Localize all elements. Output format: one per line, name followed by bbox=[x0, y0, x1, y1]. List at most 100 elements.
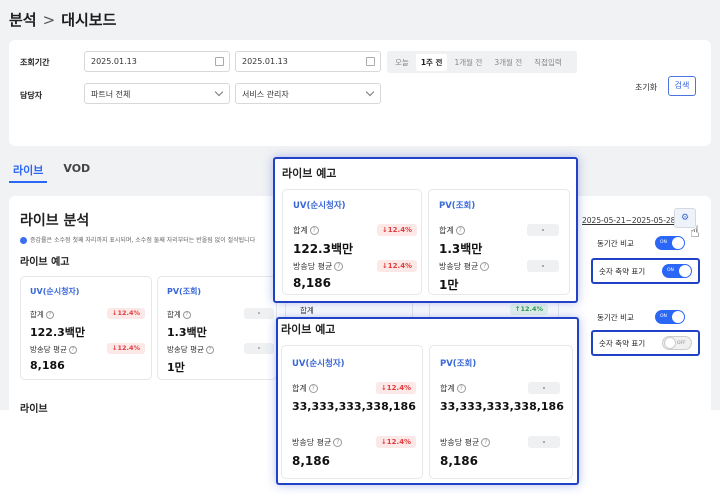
end-date-field[interactable]: 2025.01.13 bbox=[235, 51, 381, 72]
avg-label-text: 방송당 평균 bbox=[30, 345, 67, 354]
compare-toggle-row-2: 동기간 비교 ON bbox=[591, 308, 691, 326]
help-icon[interactable]: ? bbox=[182, 310, 191, 319]
abbrev-toggle[interactable]: ON bbox=[662, 264, 692, 278]
partner-select[interactable]: 파트너 전체 bbox=[84, 83, 230, 104]
reset-button[interactable]: 초기화 bbox=[635, 82, 657, 93]
help-icon[interactable]: ? bbox=[481, 438, 491, 447]
help-icon[interactable]: ? bbox=[205, 345, 214, 354]
uv-avg-value: 8,186 bbox=[292, 454, 330, 468]
sum-label: 합계? bbox=[167, 309, 191, 320]
sum-label-text: 합계 bbox=[30, 310, 44, 319]
callout-full-numbers: 라이브 예고 UV(순시청자) 합계? ↓12.4% 33,333,333,33… bbox=[276, 317, 579, 485]
uv-title: UV(순시청자) bbox=[30, 287, 80, 296]
avg-label: 방송당 평균? bbox=[440, 437, 491, 448]
compare-toggle[interactable]: ON bbox=[655, 236, 685, 250]
range-1week[interactable]: 1주 전 bbox=[415, 53, 448, 71]
avg-label: 방송당 평균? bbox=[167, 344, 214, 355]
toggle-knob bbox=[672, 311, 684, 323]
pv-sum-value: 33,333,333,338,186 bbox=[440, 400, 564, 413]
compare-label: 동기간 비교 bbox=[597, 312, 634, 322]
manager-label: 담당자 bbox=[20, 91, 43, 100]
compare-toggle-row: 동기간 비교 ON bbox=[591, 234, 691, 252]
sum-label: 합계? bbox=[440, 383, 466, 394]
avg-label-text: 방송당 평균 bbox=[167, 345, 204, 354]
pv-title: PV(조회) bbox=[440, 359, 477, 369]
end-date-value: 2025.01.13 bbox=[242, 57, 288, 66]
pv-title: PV(조회) bbox=[439, 201, 476, 211]
toggle-knob bbox=[679, 265, 691, 277]
toggle-knob bbox=[672, 237, 684, 249]
toggle-on-text: ON bbox=[667, 268, 674, 273]
pv-title: PV(조회) bbox=[167, 287, 202, 296]
help-icon[interactable]: ? bbox=[68, 345, 77, 354]
abbrev-label: 숫자 축약 표기 bbox=[599, 338, 646, 348]
calendar-icon bbox=[215, 57, 224, 66]
service-select-value: 서비스 관리자 bbox=[242, 90, 289, 99]
avg-label-text: 방송당 평균 bbox=[440, 438, 480, 447]
help-icon[interactable]: ? bbox=[45, 310, 54, 319]
help-icon[interactable]: ? bbox=[334, 262, 344, 271]
section-live: 라이브 bbox=[20, 404, 48, 415]
compare-label: 동기간 비교 bbox=[597, 238, 634, 248]
range-today[interactable]: 오늘 bbox=[390, 54, 414, 71]
filter-panel: 조회기간 2025.01.13 2025.01.13 오늘 1주 전 1개월 전… bbox=[9, 40, 711, 146]
range-custom[interactable]: 직접입력 bbox=[529, 54, 567, 71]
help-icon[interactable]: ? bbox=[455, 226, 465, 235]
abbrev-toggle-off[interactable]: OFF bbox=[662, 336, 692, 350]
pv-sum-value: 1.3백만 bbox=[439, 242, 483, 256]
pointer-hand-icon: ☝ bbox=[690, 222, 700, 241]
help-icon[interactable]: ? bbox=[456, 384, 466, 393]
delta-badge: - bbox=[527, 260, 559, 272]
uv-card: UV(순시청자) 합계? ↓12.4% 33,333,333,338,186 방… bbox=[281, 345, 423, 479]
pv-sum-value: 1.3백만 bbox=[167, 326, 207, 339]
range-3month[interactable]: 3개월 전 bbox=[489, 54, 527, 71]
delta-badge: ↓12.4% bbox=[107, 343, 145, 354]
range-segmented-control: 오늘 1주 전 1개월 전 3개월 전 직접입력 bbox=[387, 51, 577, 73]
page-title: 대시보드 bbox=[61, 11, 117, 29]
service-select[interactable]: 서비스 관리자 bbox=[235, 83, 381, 104]
date-range-link[interactable]: 2025-05-21~2025-05-28 bbox=[582, 216, 675, 225]
uv-sum-value: 33,333,333,338,186 bbox=[292, 400, 416, 413]
uv-avg-value: 8,186 bbox=[30, 359, 65, 372]
abbrev-toggle-row-off: 숫자 축약 표기 OFF bbox=[591, 330, 700, 356]
avg-label: 방송당 평균? bbox=[30, 344, 77, 355]
start-date-field[interactable]: 2025.01.13 bbox=[84, 51, 230, 72]
help-icon[interactable]: ? bbox=[308, 384, 318, 393]
start-date-value: 2025.01.13 bbox=[91, 57, 137, 66]
search-button[interactable]: 검색 bbox=[668, 76, 696, 96]
help-icon[interactable]: ? bbox=[480, 262, 490, 271]
abbrev-label: 숫자 축약 표기 bbox=[599, 266, 646, 276]
breadcrumb-section[interactable]: 분석 bbox=[9, 9, 37, 30]
partner-select-value: 파트너 전체 bbox=[91, 90, 131, 99]
compare-toggle-2[interactable]: ON bbox=[655, 310, 685, 324]
sum-label-text: 합계 bbox=[292, 384, 307, 393]
uv-sum-value: 122.3백만 bbox=[30, 326, 86, 339]
tab-vod[interactable]: VOD bbox=[59, 162, 94, 183]
toggle-knob bbox=[664, 337, 676, 349]
avg-label-text: 방송당 평균 bbox=[293, 262, 333, 271]
range-1month[interactable]: 1개월 전 bbox=[449, 54, 487, 71]
delta-badge: ↓12.4% bbox=[377, 224, 417, 236]
avg-label-text: 방송당 평균 bbox=[292, 438, 332, 447]
period-label: 조회기간 bbox=[20, 58, 50, 67]
content-tabs: 라이브 VOD bbox=[9, 162, 94, 183]
uv-card: UV(순시청자) 합계? ↓12.4% 122.3백만 방송당 평균? ↓12.… bbox=[282, 189, 422, 295]
delta-badge: - bbox=[244, 343, 274, 354]
delta-badge: - bbox=[528, 436, 560, 448]
toggle-on-text: ON bbox=[660, 314, 667, 319]
sum-label: 합계? bbox=[439, 225, 465, 236]
pv-avg-value: 1만 bbox=[167, 361, 185, 374]
breadcrumb: 분석 > 대시보드 bbox=[9, 9, 116, 30]
sum-label-text: 합계 bbox=[439, 226, 454, 235]
delta-badge: ↓12.4% bbox=[376, 436, 416, 448]
toggle-off-text: OFF bbox=[677, 341, 686, 346]
avg-label: 방송당 평균? bbox=[293, 261, 344, 272]
help-icon[interactable]: ? bbox=[309, 226, 319, 235]
avg-label-text: 방송당 평균 bbox=[439, 262, 479, 271]
uv-card: UV(순시청자) 합계? ↓12.4% 122.3백만 방송당 평균? ↓12.… bbox=[20, 276, 152, 380]
tab-live[interactable]: 라이브 bbox=[9, 162, 48, 183]
delta-badge: - bbox=[528, 382, 560, 394]
help-icon[interactable]: ? bbox=[333, 438, 343, 447]
callout-title: 라이브 예고 bbox=[281, 323, 336, 336]
callout-title: 라이브 예고 bbox=[282, 167, 337, 180]
